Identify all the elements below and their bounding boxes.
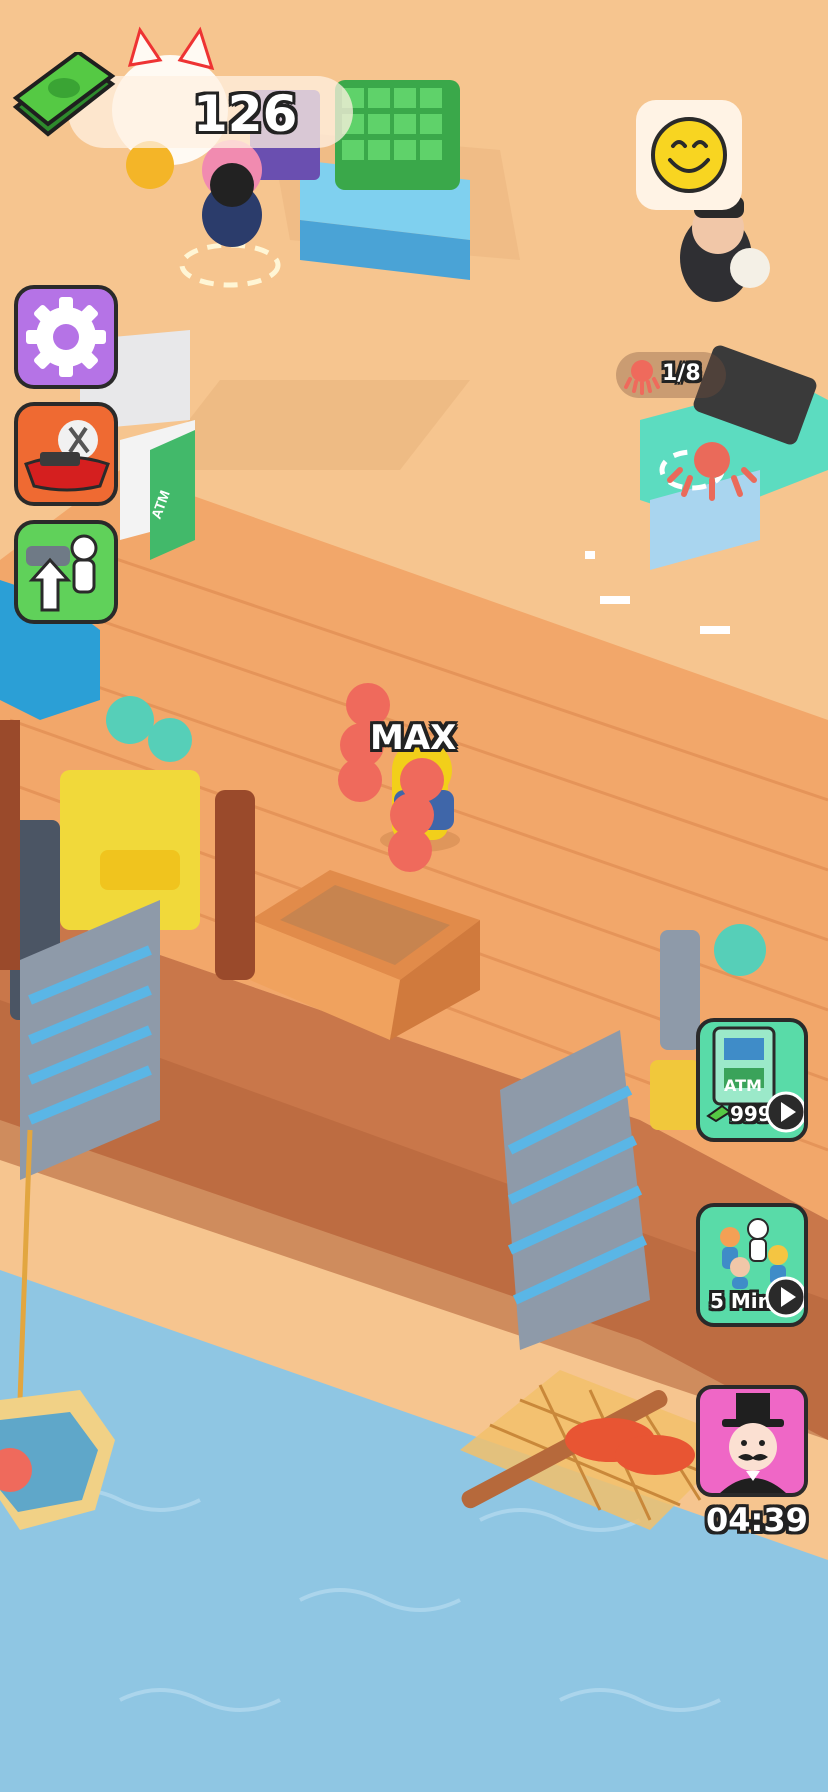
atm-offer-button[interactable]: ATM 999 bbox=[696, 1018, 808, 1142]
staff-rush-duration: 5 Min bbox=[710, 1289, 772, 1313]
vip-customer-button[interactable] bbox=[696, 1385, 808, 1497]
settings-button[interactable] bbox=[14, 285, 118, 389]
cash-icon-small bbox=[706, 1104, 732, 1122]
boat-restaurant-icon bbox=[24, 420, 110, 492]
hire-upgrade-icon bbox=[26, 534, 98, 612]
play-video-icon bbox=[765, 1091, 804, 1133]
play-video-icon bbox=[765, 1276, 804, 1318]
gentleman-avatar-icon bbox=[720, 1393, 786, 1493]
cash-stack-icon bbox=[12, 52, 116, 137]
octopus-icon bbox=[624, 360, 660, 395]
hire-upgrade-button[interactable] bbox=[14, 520, 118, 624]
currency-amount: 126 bbox=[193, 85, 298, 143]
game-scene[interactable]: ATM bbox=[0, 0, 828, 1792]
customer-mood-bubble bbox=[636, 100, 742, 210]
restaurant-button[interactable] bbox=[14, 402, 118, 506]
stack-max-label: MAX bbox=[370, 718, 457, 758]
smiley-face-icon bbox=[651, 117, 727, 193]
vip-timer: 04:39 bbox=[706, 1501, 808, 1539]
atm-offer-label: ATM bbox=[724, 1076, 762, 1095]
order-count: 1/8 bbox=[662, 361, 701, 386]
staff-rush-offer-button[interactable]: 5 Min bbox=[696, 1203, 808, 1327]
currency-display: 126 bbox=[8, 40, 353, 150]
gear-icon bbox=[26, 297, 106, 377]
